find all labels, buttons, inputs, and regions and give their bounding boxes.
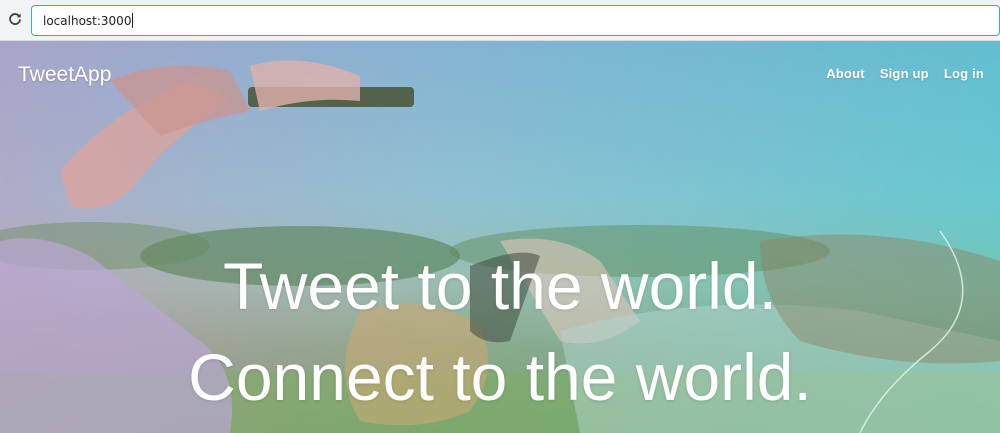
- nav-about-link[interactable]: About: [826, 66, 865, 81]
- nav-login-link[interactable]: Log in: [944, 66, 984, 81]
- text-caret: [132, 13, 134, 28]
- hero-headline-line-2: Connect to the world.: [188, 340, 812, 414]
- site-nav: About Sign up Log in: [826, 66, 984, 81]
- address-bar[interactable]: localhost:3000: [31, 5, 1000, 36]
- browser-toolbar: localhost:3000: [0, 0, 1000, 41]
- hero-section: TweetApp About Sign up Log in Tweet to t…: [0, 41, 1000, 433]
- site-logo[interactable]: TweetApp: [18, 63, 111, 87]
- reload-icon[interactable]: [3, 6, 27, 32]
- address-bar-text: localhost:3000: [43, 13, 132, 28]
- hero-headline-line-1: Tweet to the world.: [223, 249, 777, 323]
- nav-signup-link[interactable]: Sign up: [880, 66, 929, 81]
